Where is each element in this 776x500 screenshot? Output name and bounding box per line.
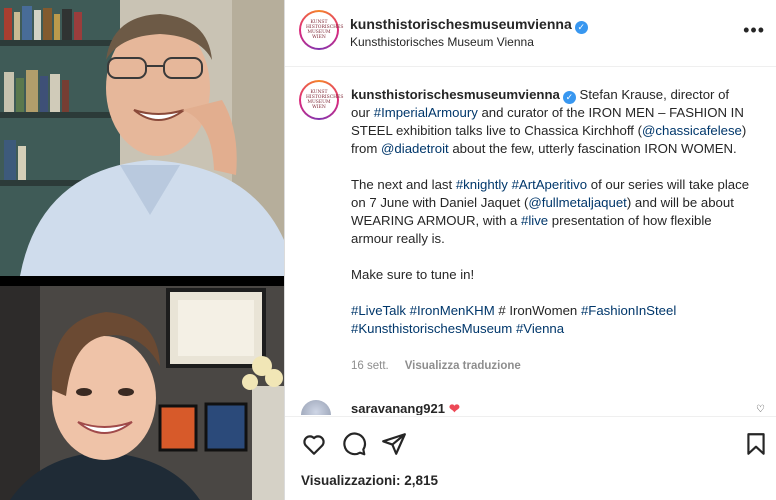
post-timestamp[interactable]: 16 sett. <box>351 360 389 372</box>
caption-text: Make sure to tune in! <box>351 267 475 282</box>
more-icon[interactable]: ••• <box>743 20 765 41</box>
museum-logo: KUNST HISTORISCHES MUSEUM WIEN <box>306 20 344 40</box>
comment-item: saravanang921 ❤ ♡ <box>299 398 769 415</box>
caption-link[interactable]: @fullmetaljaquet <box>528 195 626 210</box>
verified-icon: ✓ <box>574 21 588 34</box>
caption-link[interactable]: @chassicafelese <box>642 123 742 138</box>
author-username[interactable]: kunsthistorischesmuseumvienna <box>350 16 572 32</box>
caption-link[interactable]: #ImperialArmoury <box>374 105 478 120</box>
caption-link[interactable]: #ArtAperitivo <box>512 177 588 192</box>
caption-paragraph-4: #LiveTalk #IronMenKHM # IronWomen #Fashi… <box>351 302 751 338</box>
caption-link[interactable]: #Vienna <box>516 321 564 336</box>
caption-link[interactable]: @diadetroit <box>381 141 449 156</box>
caption-paragraph-2: The next and last #knightly #ArtAperitiv… <box>351 176 751 248</box>
author-fullname: Kunsthistorisches Museum Vienna <box>350 35 534 49</box>
share-icon[interactable] <box>381 431 407 457</box>
video-guest-stream <box>0 286 284 500</box>
caption-text: # IronWomen <box>494 303 581 318</box>
verified-icon: ✓ <box>562 91 576 104</box>
commenter-row: saravanang921 ❤ <box>351 401 460 415</box>
comment-icon[interactable] <box>341 431 367 457</box>
commenter-avatar[interactable] <box>301 400 331 415</box>
caption-text: about the few, utterly fascination IRON … <box>448 141 737 156</box>
caption-link[interactable]: #FashionInSteel <box>581 303 676 318</box>
host-video-frame <box>0 0 284 276</box>
post-details-panel: KUNST HISTORISCHES MUSEUM WIEN kunsthistori… <box>284 0 776 500</box>
views-count[interactable]: Visualizzazioni: 2,815 <box>301 473 438 488</box>
red-heart-emoji: ❤ <box>448 401 460 415</box>
caption-link[interactable]: #KunsthistorischesMuseum <box>351 321 512 336</box>
museum-logo: KUNST HISTORISCHES MUSEUM WIEN <box>306 90 344 110</box>
post-viewer: KUNST HISTORISCHES MUSEUM WIEN kunsthistori… <box>0 0 776 500</box>
caption-meta: 16 sett. Visualizza traduzione <box>351 360 521 372</box>
caption-paragraph-3: Make sure to tune in! <box>351 266 751 284</box>
caption-link[interactable]: #knightly <box>456 177 508 192</box>
video-host-stream <box>0 0 284 276</box>
guest-video-frame <box>0 286 284 500</box>
post-actions: Visualizzazioni: 2,815 <box>285 416 776 500</box>
author-avatar[interactable]: KUNST HISTORISCHES MUSEUM WIEN <box>299 10 344 50</box>
comment-like-icon[interactable]: ♡ <box>756 404 765 415</box>
translate-button[interactable]: Visualizza traduzione <box>405 360 521 372</box>
like-icon[interactable] <box>301 431 327 457</box>
commenter-username[interactable]: saravanang921 <box>351 401 445 415</box>
bookmark-icon[interactable] <box>743 431 769 457</box>
comments-section[interactable]: KUNST HISTORISCHES MUSEUM WIEN kunsthistori… <box>285 68 776 415</box>
post-header: KUNST HISTORISCHES MUSEUM WIEN kunsthistori… <box>285 0 776 67</box>
video-divider <box>0 276 284 286</box>
author-name-row: kunsthistorischesmuseumvienna ✓ <box>350 16 588 34</box>
caption-author-avatar[interactable]: KUNST HISTORISCHES MUSEUM WIEN <box>299 80 344 120</box>
caption-text: The next and last <box>351 177 456 192</box>
caption-link[interactable]: #LiveTalk <box>351 303 406 318</box>
post-caption: kunsthistorischesmuseumvienna ✓ Stefan Kr… <box>351 86 751 356</box>
caption-link[interactable]: #live <box>521 213 548 228</box>
caption-paragraph-1: kunsthistorischesmuseumvienna ✓ Stefan Kr… <box>351 86 751 158</box>
caption-link[interactable]: #IronMenKHM <box>410 303 495 318</box>
post-media[interactable] <box>0 0 284 500</box>
caption-username[interactable]: kunsthistorischesmuseumvienna <box>351 87 560 102</box>
